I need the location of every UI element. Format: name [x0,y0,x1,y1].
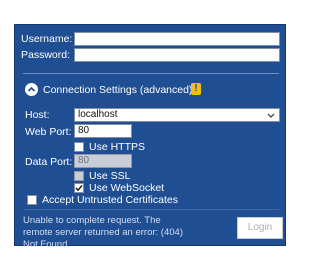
collapse-toggle[interactable] [25,83,38,96]
use-ssl-checkbox[interactable] [74,171,84,181]
host-value: localhost [78,109,118,120]
web-port-label: Web Port: [25,126,72,138]
username-label: Username: [21,33,73,45]
login-button[interactable]: Login [237,217,283,239]
connection-settings-label: Connection Settings (advanced) [43,84,193,96]
divider [23,209,279,210]
checkmark-icon [75,185,83,192]
use-websocket-checkbox[interactable] [74,183,84,193]
host-select[interactable]: localhost [74,108,280,122]
accept-untrusted-label: Accept Untrusted Certificates [42,194,178,206]
use-https-checkbox[interactable] [74,142,84,152]
data-port-label: Data Port: [25,156,73,168]
username-input[interactable] [74,32,280,46]
password-label: Password: [21,49,71,61]
web-port-input[interactable]: 80 [74,124,132,138]
use-websocket-label: Use WebSocket [89,182,165,194]
chevron-down-icon [267,113,275,118]
warning-icon: ! [191,83,201,95]
login-panel: Username: Password: Connection Settings … [14,24,286,250]
data-port-input[interactable]: 80 [74,154,132,168]
divider [23,73,279,74]
password-input[interactable] [74,48,280,62]
chevron-up-icon [27,86,36,92]
use-https-label: Use HTTPS [89,141,146,153]
use-ssl-label: Use SSL [89,170,131,182]
error-message: Unable to complete request. The remote s… [23,215,183,250]
host-label: Host: [25,109,50,121]
accept-untrusted-checkbox[interactable] [27,195,37,205]
